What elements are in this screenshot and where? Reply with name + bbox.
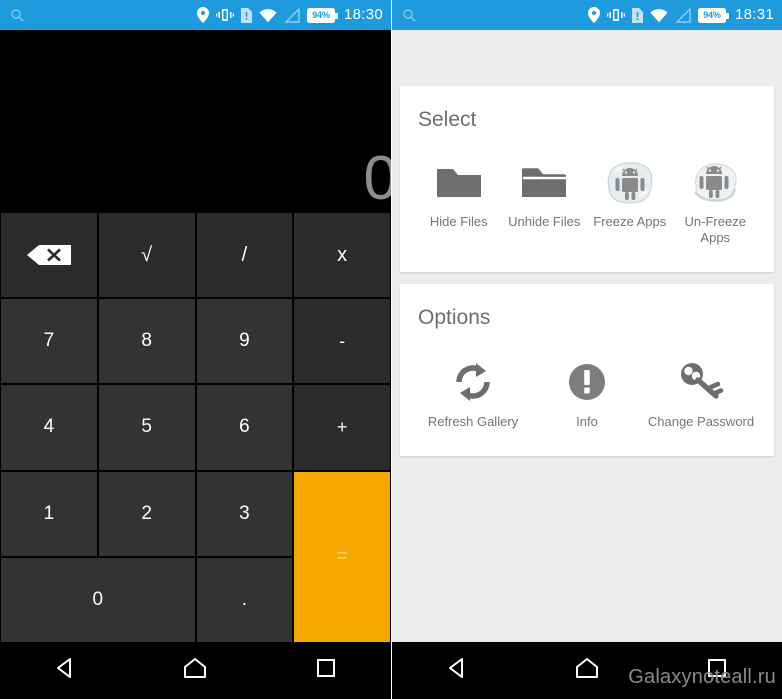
status-bar-clock: 18:31 — [734, 6, 774, 23]
action-unhide-files[interactable]: Unhide Files — [502, 158, 588, 230]
right-phone-screenshot: 94% 18:31 Select Hide Files Unhide Files… — [392, 0, 782, 699]
info-icon — [565, 356, 609, 408]
backspace-icon — [26, 244, 72, 266]
select-card-title: Select — [418, 108, 477, 131]
action-refresh-gallery-label: Refresh Gallery — [427, 413, 519, 429]
vibrate-icon — [215, 7, 234, 23]
screenshot-stage: 94% 18:30 0 √ / x 7 8 9 - 4 5 6 + 1 2 3 … — [0, 0, 782, 699]
action-hide-files-label: Hide Files — [429, 214, 488, 229]
left-navigation-bar[interactable] — [0, 642, 391, 699]
search-icon — [10, 8, 24, 22]
action-unhide-files-label: Unhide Files — [508, 214, 581, 229]
action-freeze-apps[interactable]: Freeze Apps — [587, 158, 673, 230]
backspace-key[interactable] — [1, 213, 97, 298]
folder-closed-icon — [435, 158, 483, 208]
recents-icon — [706, 657, 728, 684]
back-button[interactable] — [427, 651, 487, 691]
divide-key[interactable]: / — [196, 213, 293, 298]
minus-key[interactable]: - — [294, 299, 390, 384]
android-thawing-icon — [690, 158, 740, 208]
action-unfreeze-apps[interactable]: Un-Freeze Apps — [673, 158, 759, 246]
digit-8-key[interactable]: 8 — [98, 299, 195, 384]
document-alert-icon — [240, 7, 252, 23]
recents-icon — [315, 657, 337, 684]
battery-indicator: 94% — [306, 7, 338, 23]
battery-level-text: 94% — [698, 8, 725, 22]
battery-level-text: 94% — [307, 8, 334, 22]
location-pin-icon — [196, 7, 209, 23]
action-refresh-gallery[interactable]: Refresh Gallery — [416, 356, 530, 430]
home-icon — [182, 656, 208, 685]
action-unfreeze-apps-label: Un-Freeze Apps — [684, 214, 746, 245]
sqrt-key[interactable]: √ — [98, 213, 195, 298]
action-info-label: Info — [576, 413, 598, 429]
home-button[interactable] — [557, 651, 617, 691]
action-change-password-label: Change Password — [647, 413, 755, 429]
right-navigation-bar[interactable]: Galaxynoteall.ru — [392, 642, 782, 699]
digit-3-key[interactable]: 3 — [196, 471, 293, 556]
decimal-point-key[interactable]: . — [196, 557, 293, 642]
digit-1-key[interactable]: 1 — [1, 471, 97, 556]
search-icon — [402, 8, 416, 22]
digit-7-key[interactable]: 7 — [1, 299, 97, 384]
digit-6-key[interactable]: 6 — [196, 385, 293, 470]
location-pin-icon — [587, 7, 600, 23]
right-status-bar: 94% 18:31 — [392, 0, 782, 30]
action-change-password[interactable]: Change Password — [644, 356, 758, 430]
digit-5-key[interactable]: 5 — [98, 385, 195, 470]
back-icon — [445, 656, 469, 685]
vibrate-icon — [606, 7, 625, 23]
wifi-icon — [650, 8, 668, 23]
select-card: Select Hide Files Unhide Files Freeze Ap… — [400, 86, 774, 272]
calculator-display-value: 0 — [363, 144, 391, 212]
back-icon — [53, 656, 77, 685]
left-phone-screenshot: 94% 18:30 0 √ / x 7 8 9 - 4 5 6 + 1 2 3 … — [0, 0, 391, 699]
home-icon — [574, 656, 600, 685]
app-screen: Select Hide Files Unhide Files Freeze Ap… — [392, 30, 782, 699]
battery-indicator: 94% — [697, 7, 729, 23]
wifi-icon — [259, 8, 277, 23]
recents-button[interactable] — [296, 651, 356, 691]
digit-0-key[interactable]: 0 — [1, 557, 195, 642]
calculator-display: 0 — [0, 30, 391, 212]
left-status-bar: 94% 18:30 — [0, 0, 391, 30]
signal-triangle-icon — [675, 7, 691, 23]
select-card-grid: Hide Files Unhide Files Freeze Apps Un-F… — [416, 158, 758, 246]
digit-9-key[interactable]: 9 — [196, 299, 293, 384]
signal-triangle-icon — [284, 7, 300, 23]
options-card: Options Refresh Gallery Info Change Pass… — [400, 283, 774, 456]
action-hide-files[interactable]: Hide Files — [416, 158, 502, 230]
multiply-key[interactable]: x — [294, 213, 390, 298]
action-freeze-apps-label: Freeze Apps — [593, 214, 667, 229]
scroll-area: Select Hide Files Unhide Files Freeze Ap… — [392, 30, 782, 642]
calculator-screen: 0 √ / x 7 8 9 - 4 5 6 + 1 2 3 = 0 . — [0, 30, 391, 699]
back-button[interactable] — [35, 651, 95, 691]
options-card-grid: Refresh Gallery Info Change Password — [416, 356, 758, 430]
key-icon — [678, 356, 724, 408]
home-button[interactable] — [165, 651, 225, 691]
calculator-keypad[interactable]: √ / x 7 8 9 - 4 5 6 + 1 2 3 = 0 . — [0, 212, 391, 642]
recents-button[interactable] — [687, 651, 747, 691]
folder-open-icon — [520, 158, 568, 208]
digit-2-key[interactable]: 2 — [98, 471, 195, 556]
action-info[interactable]: Info — [530, 356, 644, 430]
refresh-icon — [451, 356, 495, 408]
android-frozen-icon — [605, 158, 655, 208]
document-alert-icon — [631, 7, 643, 23]
options-card-title: Options — [418, 305, 491, 329]
status-bar-clock: 18:30 — [343, 6, 383, 23]
equals-key[interactable]: = — [294, 471, 390, 642]
digit-4-key[interactable]: 4 — [1, 385, 97, 470]
plus-key[interactable]: + — [294, 385, 390, 470]
